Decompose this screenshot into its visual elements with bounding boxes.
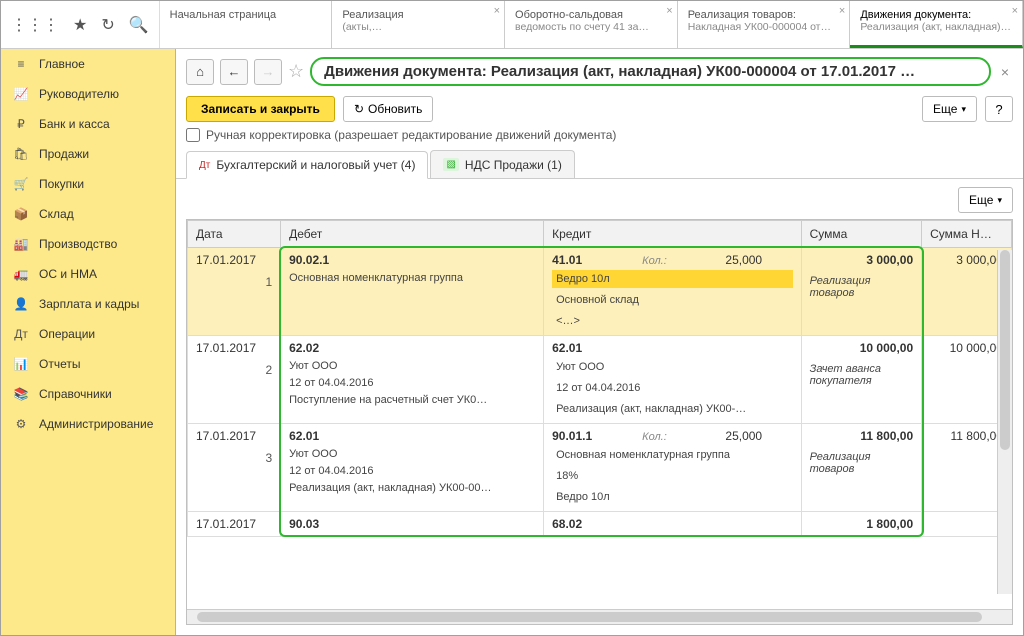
sidebar-item[interactable]: ⚙ Администрирование	[1, 409, 175, 439]
top-tab-bar: ⋮⋮⋮ ★ ↻ 🔍 Начальная страницаРеализация(а…	[1, 1, 1023, 49]
col-sumn[interactable]: Сумма Н…	[922, 221, 1012, 248]
sidebar-item[interactable]: 🏭 Производство	[1, 229, 175, 259]
sub-tabs: ДтБухгалтерский и налоговый учет (4)▧НДС…	[176, 150, 1023, 179]
sidebar-item-label: Отчеты	[39, 357, 80, 371]
refresh-icon: ↻	[354, 102, 364, 116]
tab-close-icon[interactable]: ×	[839, 5, 845, 17]
sidebar-icon: 📊	[13, 357, 29, 371]
top-icon-group: ⋮⋮⋮ ★ ↻ 🔍	[1, 1, 160, 48]
tab-close-icon[interactable]: ×	[494, 5, 500, 17]
sidebar-item-label: ОС и НМА	[39, 267, 97, 281]
sidebar-item[interactable]: 📦 Склад	[1, 199, 175, 229]
sidebar-item-label: Покупки	[39, 177, 84, 191]
sidebar-icon: 🏭	[13, 237, 29, 251]
sidebar-icon: Дт	[13, 327, 29, 341]
col-debit[interactable]: Дебет	[281, 221, 544, 248]
manual-edit-label: Ручная корректировка (разрешает редактир…	[206, 128, 616, 142]
sidebar-icon: 📈	[13, 87, 29, 101]
page-title: Движения документа: Реализация (акт, нак…	[310, 57, 991, 86]
accounting-grid[interactable]: Дата Дебет Кредит Сумма Сумма Н… 17.01.2…	[186, 219, 1013, 625]
favorite-icon[interactable]: ☆	[288, 61, 304, 82]
search-icon[interactable]: 🔍	[129, 15, 149, 35]
sidebar-item-label: Справочники	[39, 387, 112, 401]
sidebar-item-label: Зарплата и кадры	[39, 297, 139, 311]
sidebar-item[interactable]: Дт Операции	[1, 319, 175, 349]
home-button[interactable]: ⌂	[186, 59, 214, 85]
sidebar-icon: 📚	[13, 387, 29, 401]
main-panel: ⌂ ← → ☆ Движения документа: Реализация (…	[176, 49, 1023, 635]
sidebar-item-label: Производство	[39, 237, 117, 251]
sidebar-item-label: Банк и касса	[39, 117, 110, 131]
sidebar: ≡ Главное 📈 Руководителю ₽ Банк и касса 🛍 Прода…	[1, 49, 176, 635]
sidebar-icon: ⚙	[13, 417, 29, 431]
table-row[interactable]: 17.01.20173 62.01Уют ООО12 от 04.04.2016…	[188, 424, 1012, 512]
sub-tab[interactable]: ДтБухгалтерский и налоговый учет (4)	[186, 151, 428, 179]
tab-icon: Дт	[199, 160, 210, 171]
sidebar-item[interactable]: 📊 Отчеты	[1, 349, 175, 379]
more-button[interactable]: Еще ▾	[922, 96, 977, 122]
col-sum[interactable]: Сумма	[801, 221, 922, 248]
sidebar-item[interactable]: ₽ Банк и касса	[1, 109, 175, 139]
sidebar-icon: ≡	[13, 57, 29, 71]
grid-more-button[interactable]: Еще ▾	[958, 187, 1013, 213]
sidebar-icon: 🛍	[13, 147, 29, 161]
vertical-scrollbar[interactable]	[997, 250, 1012, 594]
tab-close-icon[interactable]: ×	[1012, 5, 1018, 17]
horizontal-scrollbar[interactable]	[187, 609, 1012, 624]
top-tab[interactable]: Оборотно-сальдоваяведомость по счету 41 …	[505, 1, 678, 48]
back-button[interactable]: ←	[220, 59, 248, 85]
table-row[interactable]: 17.01.2017 90.03 68.02 1 800,00	[188, 512, 1012, 537]
apps-icon[interactable]: ⋮⋮⋮	[11, 15, 59, 35]
tab-close-icon[interactable]: ×	[666, 5, 672, 17]
top-tab[interactable]: Начальная страница	[160, 1, 333, 48]
close-icon[interactable]: ×	[997, 64, 1013, 80]
col-date[interactable]: Дата	[188, 221, 281, 248]
manual-edit-checkbox[interactable]	[186, 128, 200, 142]
sidebar-item[interactable]: 📈 Руководителю	[1, 79, 175, 109]
sidebar-item[interactable]: 👤 Зарплата и кадры	[1, 289, 175, 319]
help-button[interactable]: ?	[985, 96, 1013, 122]
forward-button[interactable]: →	[254, 59, 282, 85]
history-icon[interactable]: ↻	[101, 15, 114, 35]
sidebar-item-label: Администрирование	[39, 417, 153, 431]
sidebar-item[interactable]: 🛍 Продажи	[1, 139, 175, 169]
sidebar-icon: ₽	[13, 117, 29, 131]
top-tab[interactable]: Реализация(акты,…×	[332, 1, 505, 48]
tab-icon: ▧	[443, 158, 458, 171]
col-credit[interactable]: Кредит	[544, 221, 802, 248]
sidebar-item-label: Операции	[39, 327, 95, 341]
sidebar-icon: 🛒	[13, 177, 29, 191]
sidebar-item-label: Руководителю	[39, 87, 119, 101]
table-row[interactable]: 17.01.20172 62.02Уют ООО12 от 04.04.2016…	[188, 336, 1012, 424]
save-close-button[interactable]: Записать и закрыть	[186, 96, 335, 122]
sidebar-icon: 👤	[13, 297, 29, 311]
sidebar-item-label: Продажи	[39, 147, 89, 161]
sidebar-icon: 🚛	[13, 267, 29, 281]
sidebar-item-label: Склад	[39, 207, 74, 221]
top-tab[interactable]: Реализация товаров:Накладная УК00-000004…	[678, 1, 851, 48]
sidebar-item[interactable]: 🛒 Покупки	[1, 169, 175, 199]
table-row[interactable]: 17.01.20171 90.02.1Основная номенклатурн…	[188, 248, 1012, 336]
top-tab[interactable]: Движения документа:Реализация (акт, накл…	[850, 1, 1023, 48]
sidebar-item-label: Главное	[39, 57, 85, 71]
sidebar-item[interactable]: 🚛 ОС и НМА	[1, 259, 175, 289]
sidebar-icon: 📦	[13, 207, 29, 221]
refresh-button[interactable]: ↻Обновить	[343, 96, 433, 122]
sidebar-item[interactable]: 📚 Справочники	[1, 379, 175, 409]
sub-tab[interactable]: ▧НДС Продажи (1)	[430, 150, 574, 178]
sidebar-item[interactable]: ≡ Главное	[1, 49, 175, 79]
star-icon[interactable]: ★	[73, 15, 87, 35]
